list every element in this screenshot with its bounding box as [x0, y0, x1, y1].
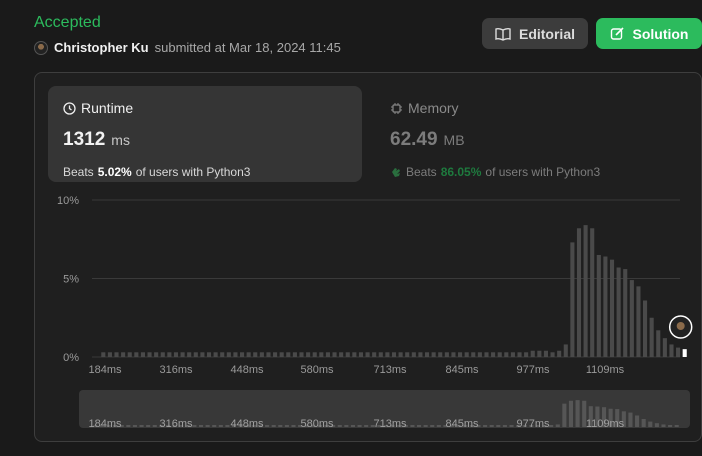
range-selector-chart[interactable]: 184ms 316ms 448ms 580ms 713ms 845ms 977ms 1109m…	[35, 73, 702, 443]
book-icon	[495, 27, 511, 41]
mini-bar	[635, 415, 640, 427]
mini-bar	[152, 425, 157, 427]
mini-bar	[436, 425, 441, 427]
mini-bar	[212, 425, 217, 427]
mini-x-tick-label: 580ms	[300, 418, 334, 430]
mini-bar	[555, 424, 560, 427]
mini-bar	[674, 425, 679, 427]
mini-bar	[661, 424, 666, 427]
solution-label: Solution	[632, 25, 689, 42]
mini-bar	[205, 425, 210, 427]
mini-bar	[489, 425, 494, 427]
mini-bar	[496, 425, 501, 427]
mini-bar	[291, 425, 296, 427]
mini-bar	[192, 425, 197, 427]
username[interactable]: Christopher Ku	[54, 40, 149, 55]
mini-bar	[628, 412, 633, 427]
edit-icon	[610, 26, 625, 41]
mini-bar	[271, 425, 276, 427]
mini-bar	[198, 425, 204, 427]
submission-info: Christopher Ku submitted at Mar 18, 2024…	[34, 40, 341, 55]
status-title: Accepted	[34, 14, 101, 31]
mini-bar	[337, 425, 342, 427]
mini-x-tick-label: 184ms	[88, 418, 122, 430]
mini-bar	[654, 423, 659, 427]
mini-bar	[549, 425, 554, 427]
mini-bar	[284, 425, 289, 427]
mini-x-tick-label: 845ms	[445, 418, 479, 430]
mini-bar	[218, 425, 223, 427]
mini-x-tick-label: 448ms	[230, 418, 264, 430]
mini-bar	[483, 425, 488, 427]
avatar[interactable]	[34, 40, 48, 55]
mini-bar	[357, 425, 362, 427]
mini-bar	[350, 425, 356, 427]
mini-bar	[225, 425, 230, 427]
mini-bar	[364, 425, 369, 427]
mini-bar	[641, 419, 646, 427]
mini-bar	[668, 425, 673, 427]
mini-x-tick-label: 316ms	[159, 418, 193, 430]
mini-bar	[423, 425, 428, 427]
mini-bar	[278, 425, 283, 427]
editorial-button[interactable]: Editorial	[482, 18, 588, 49]
mini-bar	[430, 425, 435, 427]
mini-bar	[502, 425, 507, 427]
result-panel: Runtime 1312 ms Beats 5.02% of users wit…	[34, 72, 702, 442]
mini-bar	[139, 425, 144, 427]
mini-bar	[344, 425, 349, 427]
mini-x-tick-label: 713ms	[373, 418, 407, 430]
mini-bar	[146, 425, 151, 427]
mini-bar	[132, 425, 137, 427]
mini-bar	[126, 425, 131, 427]
mini-bar	[265, 425, 270, 427]
solution-button[interactable]: Solution	[596, 18, 702, 49]
mini-bar	[410, 425, 415, 427]
mini-bar	[562, 403, 567, 427]
mini-bar	[509, 425, 514, 427]
submitted-text: submitted at Mar 18, 2024 11:45	[154, 40, 341, 55]
mini-bar	[568, 400, 574, 427]
mini-x-tick-label: 1109ms	[586, 418, 625, 430]
mini-bar	[648, 421, 653, 427]
mini-x-tick-label: 977ms	[516, 418, 550, 430]
mini-bar	[416, 425, 422, 427]
editorial-label: Editorial	[518, 25, 575, 42]
mini-bar	[575, 400, 580, 427]
